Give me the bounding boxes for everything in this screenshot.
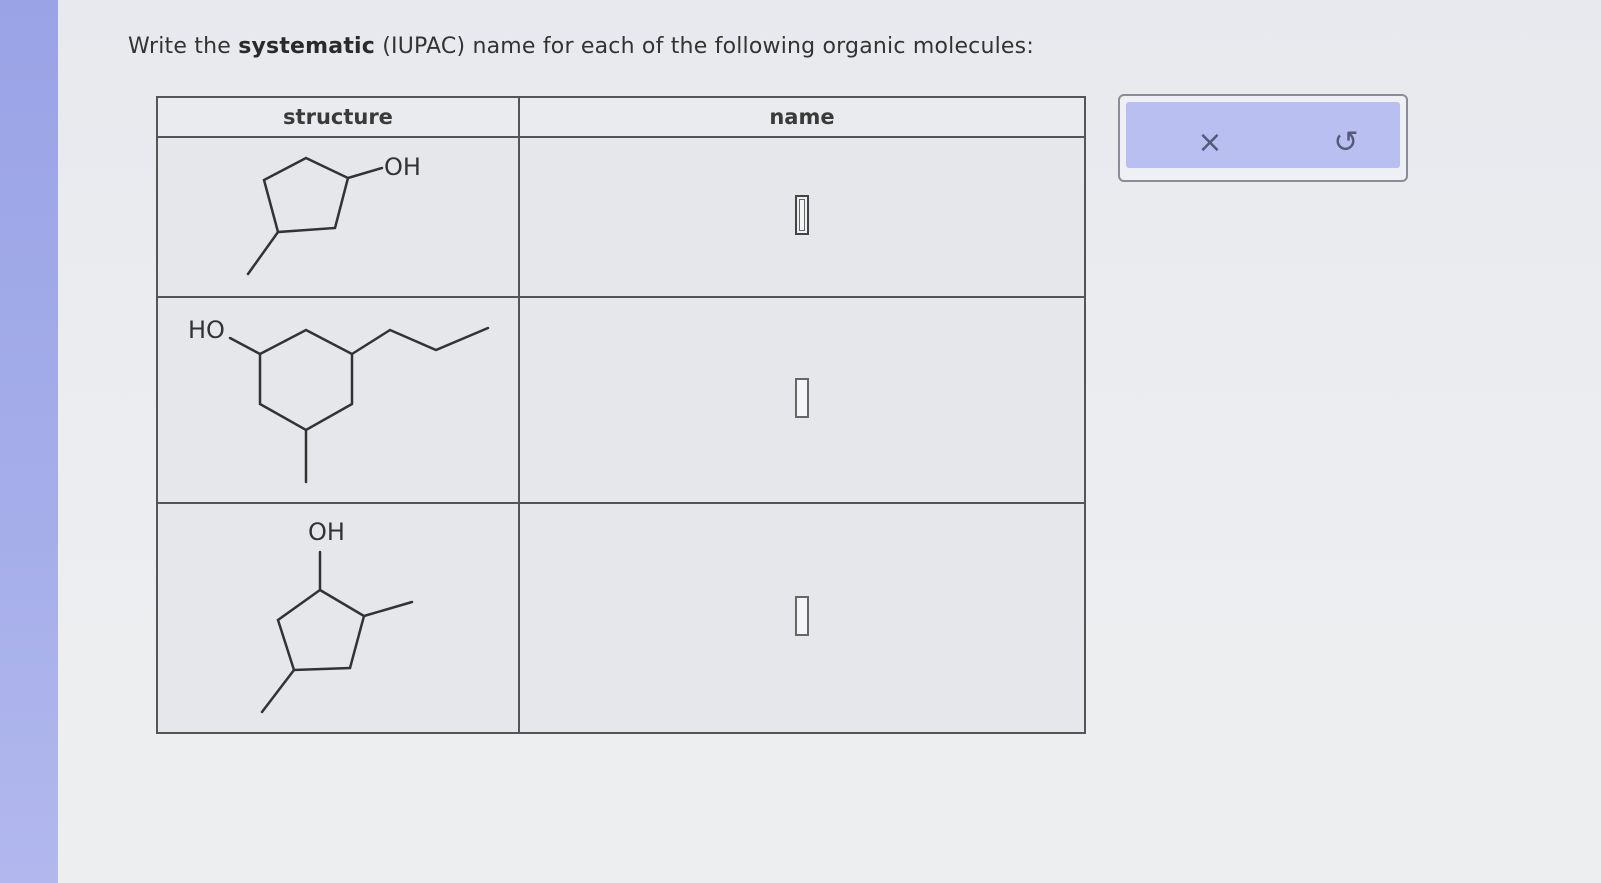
answer-input-3[interactable]	[794, 596, 809, 636]
answer-input-2[interactable]	[794, 378, 809, 418]
page: Write the systematic (IUPAC) name for ea…	[0, 0, 1601, 883]
cyclopentane-ring	[262, 156, 350, 234]
left-sidebar	[0, 0, 58, 883]
table-row: OH	[156, 136, 1087, 298]
structure-cell-2: HO	[156, 296, 520, 504]
propyl-chain	[350, 326, 490, 356]
hydroxyl-label: OH	[384, 153, 421, 181]
prompt-bold-word: systematic	[238, 34, 376, 59]
clear-button[interactable]: ×	[1192, 124, 1228, 160]
cyclohexane-ring	[258, 328, 354, 432]
undo-icon: ↺	[1333, 124, 1359, 160]
answer-cell-1	[517, 136, 1087, 298]
prompt-text-start: Write the	[128, 34, 239, 59]
table-header-row: structure name	[156, 96, 1087, 138]
table-row: HO	[156, 296, 1087, 504]
molecule-3-drawing: OH	[260, 518, 414, 714]
answer-cell-2	[517, 296, 1087, 504]
undo-button[interactable]: ↺	[1328, 124, 1364, 160]
prompt-text-end: (IUPAC) name for each of the following o…	[375, 34, 1034, 59]
answer-toolbox: × ↺	[1118, 94, 1408, 182]
question-prompt: Write the systematic (IUPAC) name for ea…	[128, 34, 1034, 59]
structure-cell-1: OH	[156, 136, 520, 298]
molecule-1-drawing: OH	[246, 153, 421, 276]
structure-cell-3: OH	[156, 502, 520, 734]
structure-header: structure	[156, 96, 520, 138]
toolbox-panel: × ↺	[1126, 102, 1400, 168]
answer-input-1[interactable]	[794, 195, 809, 235]
cyclopentane-ring	[276, 588, 366, 672]
question-table: structure name OH HO OH	[156, 96, 1087, 734]
hydroxyl-label: HO	[188, 316, 225, 344]
close-icon: ×	[1197, 124, 1223, 160]
answer-cell-3	[517, 502, 1087, 734]
hydroxyl-label: OH	[308, 518, 345, 546]
table-row: OH	[156, 502, 1087, 734]
name-header: name	[517, 96, 1087, 138]
molecule-2-drawing: HO	[188, 316, 490, 484]
